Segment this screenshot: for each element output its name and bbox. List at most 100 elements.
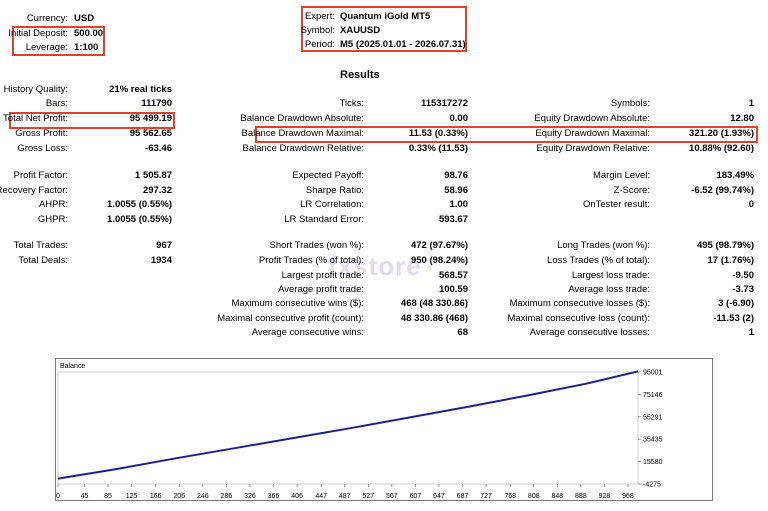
x-tick-label: 687 xyxy=(457,493,469,500)
expert-value: Quantum iGold MT5 xyxy=(340,11,431,22)
x-tick-label: 125 xyxy=(126,493,138,500)
period-value: M5 (2025.01.01 - 2026.07.31) xyxy=(340,39,466,50)
x-tick-label: 85 xyxy=(104,493,112,500)
col1-label-2: Total Net Profit: xyxy=(3,113,68,124)
col3-label-1: Equity Drawdown Absolute: xyxy=(534,113,650,124)
y-tick-label: 35435 xyxy=(643,437,663,444)
col1-label-3: Gross Profit: xyxy=(15,128,68,139)
x-tick-label: 0 xyxy=(56,493,60,500)
col3-value-10: -3.73 xyxy=(732,284,754,295)
col3-value-1: 12.80 xyxy=(730,113,754,124)
x-tick-label: 487 xyxy=(339,493,351,500)
x-tick-label: 647 xyxy=(433,493,445,500)
col3-label-11: Maximum consecutive losses ($): xyxy=(509,298,650,309)
col1-value-4: -63.46 xyxy=(145,143,172,154)
col1-value-1: 111790 xyxy=(141,98,172,109)
x-tick-label: 447 xyxy=(315,493,327,500)
y-tick-label: 15580 xyxy=(643,459,663,466)
col2-value-8: 472 (97.67%) xyxy=(410,240,468,251)
x-tick-label: 527 xyxy=(362,493,374,500)
col3-value-6: 0 xyxy=(748,199,754,210)
col1-value-0: 21% real ticks xyxy=(109,84,172,95)
col1-label-4: Gross Loss: xyxy=(17,143,68,154)
x-tick-label: 607 xyxy=(410,493,422,500)
col1-label-5: Profit Factor: xyxy=(13,170,68,181)
expert-label: Expert: xyxy=(304,11,335,22)
col2-label-12: Maximum consecutive wins ($): xyxy=(231,298,364,309)
col2-value-9: 950 (98.24%) xyxy=(410,255,468,266)
leverage-label: Leverage: xyxy=(25,42,68,53)
col2-label-8: Short Trades (won %): xyxy=(269,240,364,251)
col2-label-7: LR Standard Error: xyxy=(284,214,364,225)
balance-chart: Balance 0 45 85 125 166 206 246 286 326 366 406 447… xyxy=(55,358,713,501)
col2-label-14: Average consecutive wins: xyxy=(251,327,364,338)
col1-value-10: 1934 xyxy=(150,255,172,266)
col1-value-8: 1.0055 (0.55%) xyxy=(107,214,172,225)
results-title: Results xyxy=(340,69,380,81)
col1-value-7: 1.0055 (0.55%) xyxy=(107,199,172,210)
col2-value-1: 0.00 xyxy=(449,113,469,124)
col3-label-8: Loss Trades (% of total): xyxy=(547,255,650,266)
col2-value-3: 0.33% (11.53) xyxy=(408,143,468,154)
symbol-label: Symbol: xyxy=(300,25,335,36)
col3-label-3: Equity Drawdown Relative: xyxy=(536,143,650,154)
x-tick-label: 928 xyxy=(599,493,611,500)
col2-value-6: 1.00 xyxy=(449,199,469,210)
col1-label-0: History Quality: xyxy=(3,84,68,95)
col3-value-9: -9.50 xyxy=(732,270,754,281)
col3-label-7: Long Trades (won %): xyxy=(557,240,650,251)
col2-label-0: Ticks: xyxy=(339,98,364,109)
col3-value-12: -11.53 (2) xyxy=(713,313,754,324)
x-tick-label: 246 xyxy=(197,493,209,500)
currency-label: Currency: xyxy=(26,13,68,24)
x-tick-label: 768 xyxy=(504,493,516,500)
col2-label-10: Largest profit trade: xyxy=(281,270,364,281)
col3-value-8: 17 (1.76%) xyxy=(707,255,754,266)
col3-value-13: 1 xyxy=(748,327,754,338)
symbol-value: XAUUSD xyxy=(340,25,381,36)
y-tick-label: 95001 xyxy=(643,370,663,377)
col3-value-3: 10.88% (92.60) xyxy=(689,143,754,154)
x-tick-label: 968 xyxy=(622,493,634,500)
col2-value-10: 568.57 xyxy=(438,270,468,281)
x-tick-label: 567 xyxy=(386,493,398,500)
x-tick-label: 45 xyxy=(81,493,89,500)
x-tick-label: 888 xyxy=(575,493,587,500)
col1-value-6: 297.32 xyxy=(142,185,172,196)
x-tick-label: 166 xyxy=(150,493,162,500)
col3-label-10: Average loss trade: xyxy=(568,284,650,295)
col2-value-11: 100.59 xyxy=(438,284,468,295)
x-tick-label: 286 xyxy=(221,493,233,500)
col3-label-5: Z-Score: xyxy=(613,185,650,196)
col2-value-0: 115317272 xyxy=(420,98,468,109)
x-tick-label: 808 xyxy=(528,493,540,500)
col1-label-9: Total Trades: xyxy=(13,240,68,251)
col2-label-1: Balance Drawdown Absolute: xyxy=(240,113,364,124)
col2-label-6: LR Correlation: xyxy=(300,199,364,210)
col2-value-7: 593.67 xyxy=(438,214,468,225)
col3-value-4: 183.49% xyxy=(716,170,754,181)
col3-label-12: Maximal consecutive loss (count): xyxy=(507,313,650,324)
col3-label-4: Margin Level: xyxy=(592,170,650,181)
chart-title: Balance xyxy=(60,363,85,370)
col2-value-2: 11.53 (0.33%) xyxy=(408,128,468,139)
col2-value-14: 68 xyxy=(457,327,468,338)
col2-label-13: Maximal consecutive profit (count): xyxy=(217,313,364,324)
y-tick-label: -4275 xyxy=(643,482,661,489)
deposit-value: 500.00 xyxy=(74,28,104,39)
col1-value-2: 95 499.19 xyxy=(129,113,172,124)
x-tick-label: 206 xyxy=(173,493,185,500)
col2-value-12: 468 (48 330.86) xyxy=(400,298,468,309)
leverage-value: 1:100 xyxy=(74,42,99,53)
currency-value: USD xyxy=(74,13,95,24)
col3-label-13: Average consecutive losses: xyxy=(529,327,650,338)
col3-label-0: Symbols: xyxy=(610,98,650,109)
col1-label-8: GHPR: xyxy=(37,214,68,225)
col3-value-2: 321.20 (1.93%) xyxy=(689,128,754,139)
col2-value-5: 58.96 xyxy=(444,185,468,196)
col1-label-10: Total Deals: xyxy=(18,255,68,266)
balance-line xyxy=(57,370,639,480)
col1-value-5: 1 505.87 xyxy=(135,170,172,181)
balance-chart-svg: Balance 0 45 85 125 166 206 246 286 326 366 406 447… xyxy=(56,363,663,500)
col2-label-3: Balance Drawdown Relative: xyxy=(242,143,364,154)
